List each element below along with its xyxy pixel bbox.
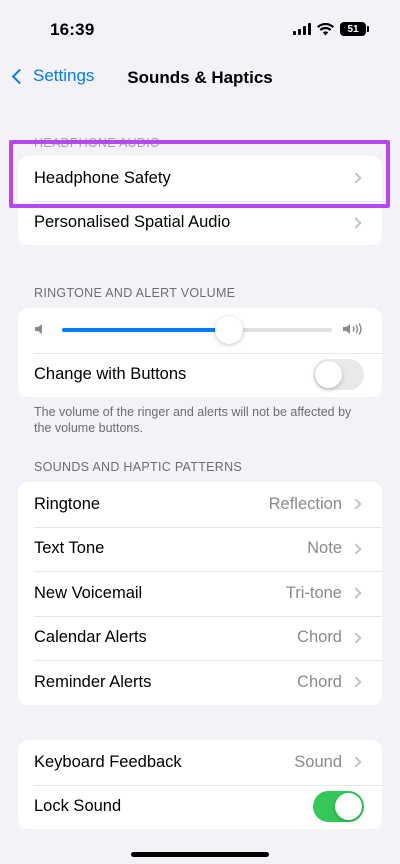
system-sounds-group: Keyboard Feedback Sound Lock Sound — [18, 740, 382, 829]
row-label: Calendar Alerts — [34, 628, 147, 647]
volume-slider[interactable] — [62, 316, 332, 345]
toggle-knob — [315, 361, 342, 389]
page-title: Sounds & Haptics — [127, 68, 273, 87]
row-label: Ringtone — [34, 494, 101, 513]
section-header-ringtone-volume: RINGTONE AND ALERT VOLUME — [34, 286, 236, 300]
row-personalised-spatial-audio[interactable]: Personalised Spatial Audio — [18, 200, 382, 246]
volume-slider-row — [18, 308, 382, 353]
row-label: Change with Buttons — [34, 365, 187, 384]
toggle-knob — [335, 793, 362, 821]
battery-icon: 51 — [340, 22, 369, 36]
row-label: New Voicemail — [34, 583, 143, 602]
status-bar: 16:39 51 — [0, 0, 400, 58]
chevron-right-icon — [350, 756, 362, 768]
row-headphone-safety[interactable]: Headphone Safety — [18, 156, 382, 201]
row-keyboard-feedback[interactable]: Keyboard Feedback Sound — [18, 740, 382, 785]
row-label: Reminder Alerts — [34, 672, 152, 691]
chevron-right-icon — [350, 543, 362, 555]
row-value: Chord — [297, 672, 342, 691]
headphone-audio-group: Headphone Safety Personalised Spatial Au… — [18, 156, 382, 245]
ringtone-volume-group: Change with Buttons — [18, 308, 382, 397]
chevron-right-icon — [350, 587, 362, 599]
row-change-with-buttons: Change with Buttons — [18, 352, 382, 398]
section-header-patterns: SOUNDS AND HAPTIC PATTERNS — [34, 460, 243, 474]
status-icons: 51 — [293, 22, 369, 36]
row-reminder-alerts[interactable]: Reminder Alerts Chord — [18, 660, 382, 705]
chevron-right-icon — [350, 676, 362, 688]
row-value: Sound — [294, 752, 342, 771]
row-value: Note — [307, 539, 342, 558]
status-time: 16:39 — [50, 20, 95, 39]
row-text-tone[interactable]: Text Tone Note — [18, 526, 382, 572]
chevron-right-icon — [350, 217, 362, 229]
row-label: Lock Sound — [34, 797, 122, 816]
row-label: Headphone Safety — [34, 168, 171, 187]
patterns-group: Ringtone Reflection Text Tone Note New V… — [18, 482, 382, 705]
row-lock-sound: Lock Sound — [18, 784, 382, 830]
lock-sound-toggle[interactable] — [313, 791, 364, 823]
row-ringtone[interactable]: Ringtone Reflection — [18, 482, 382, 527]
chevron-right-icon — [350, 172, 362, 184]
row-new-voicemail[interactable]: New Voicemail Tri-tone — [18, 571, 382, 616]
home-indicator[interactable] — [131, 852, 269, 857]
speaker-loud-icon — [340, 322, 366, 339]
volume-slider-thumb[interactable] — [215, 316, 244, 345]
volume-footer-note: The volume of the ringer and alerts will… — [34, 405, 352, 435]
row-value: Tri-tone — [285, 583, 342, 602]
row-value: Reflection — [268, 494, 342, 513]
row-calendar-alerts[interactable]: Calendar Alerts Chord — [18, 615, 382, 661]
chevron-right-icon — [350, 498, 362, 510]
volume-slider-fill — [62, 328, 230, 333]
wifi-icon — [317, 22, 334, 35]
cellular-signal-icon — [293, 23, 311, 35]
battery-level: 51 — [347, 23, 359, 35]
row-value: Chord — [297, 628, 342, 647]
change-with-buttons-toggle[interactable] — [313, 359, 364, 391]
section-header-headphone-audio: HEADPHONE AUDIO — [34, 136, 161, 150]
navigation-bar: Settings Sounds & Haptics — [0, 60, 400, 96]
row-label: Personalised Spatial Audio — [34, 213, 231, 232]
chevron-right-icon — [350, 632, 362, 644]
row-label: Keyboard Feedback — [34, 752, 182, 771]
speaker-quiet-icon — [34, 322, 54, 338]
row-label: Text Tone — [34, 539, 105, 558]
